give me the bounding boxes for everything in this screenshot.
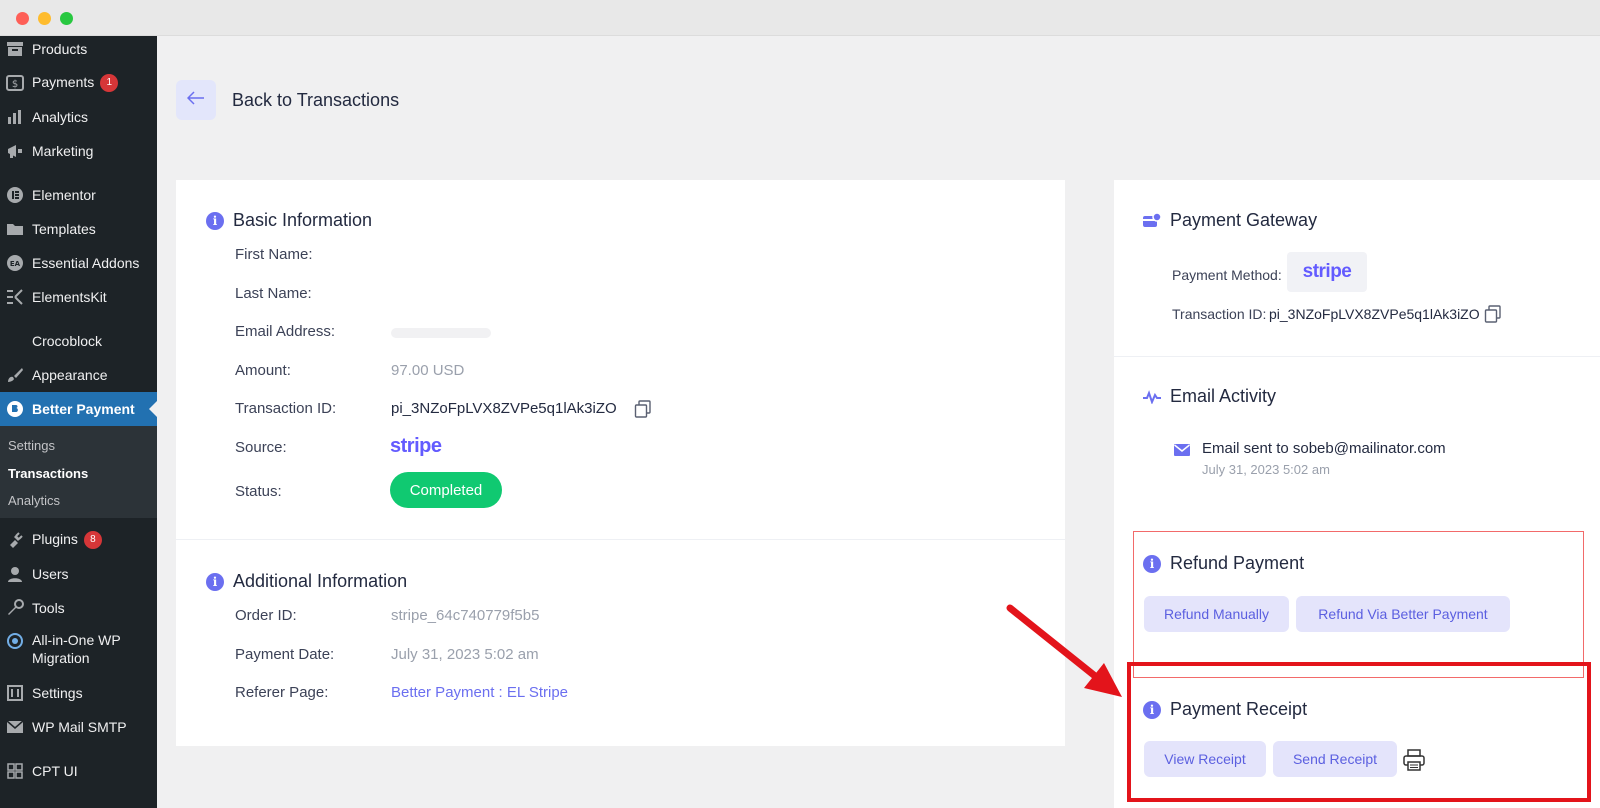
- app-window: Products $ Payments 1 Analytics Marketing…: [0, 0, 1600, 808]
- annotation-arrow: [1006, 604, 1122, 697]
